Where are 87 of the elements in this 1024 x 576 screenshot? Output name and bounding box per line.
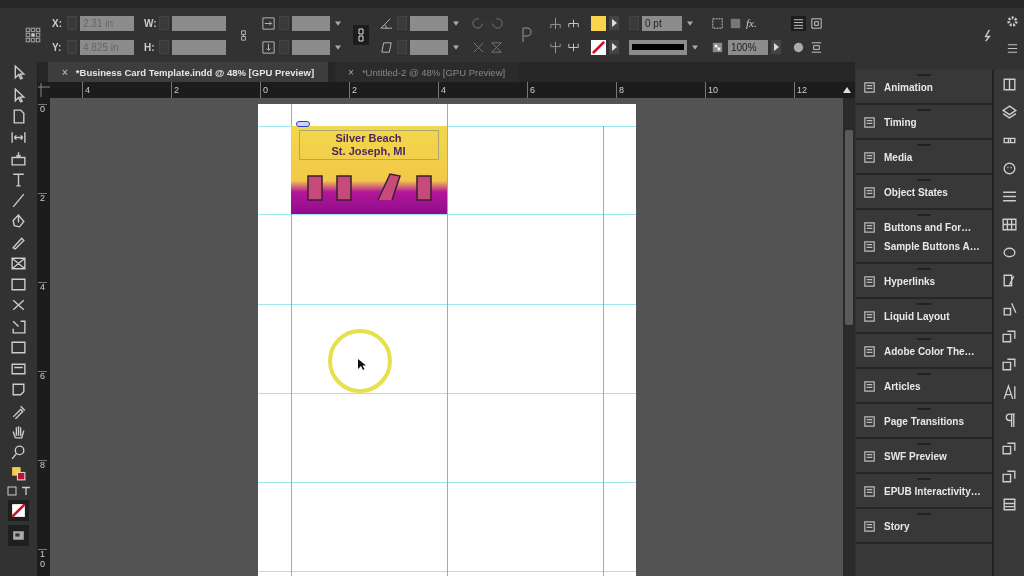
gap-icon[interactable] xyxy=(10,129,27,146)
panel-icon xyxy=(862,239,877,254)
wrap-jump-icon[interactable] xyxy=(809,39,824,55)
close-button[interactable]: × xyxy=(348,66,354,78)
text-wrap-icon[interactable] xyxy=(791,15,806,31)
panel-icon xyxy=(862,80,877,95)
panel-icon xyxy=(862,274,877,289)
business-card-image[interactable]: Silver Beach St. Joseph, MI xyxy=(290,126,447,214)
scrollbar-thumb[interactable] xyxy=(845,130,853,325)
panel-icon xyxy=(862,185,877,200)
panel-item[interactable]: Buttons and For… xyxy=(862,218,986,237)
fill-stroke-icon[interactable] xyxy=(10,465,27,482)
layout-icon[interactable] xyxy=(1000,496,1018,513)
scale-x-field[interactable] xyxy=(292,15,330,31)
fill-swatch[interactable] xyxy=(591,15,606,31)
panel-icon xyxy=(862,414,877,429)
cursor-highlight-drawing xyxy=(326,328,393,394)
frame-icon[interactable] xyxy=(10,255,27,272)
play-icon[interactable] xyxy=(609,40,619,54)
panel-icon xyxy=(862,484,877,499)
text-frame[interactable]: Silver Beach St. Joseph, MI xyxy=(298,130,439,160)
menu-icon[interactable] xyxy=(1005,41,1020,56)
note-icon[interactable] xyxy=(10,381,27,398)
stack-icon[interactable] xyxy=(1000,104,1018,121)
layers-icon[interactable] xyxy=(1000,76,1018,93)
ruler-number: 6 xyxy=(38,371,47,460)
container-icon[interactable] xyxy=(6,486,17,496)
tab-label: *Untitled-2 @ 48% [GPU Preview] xyxy=(361,66,506,78)
pencil-icon[interactable] xyxy=(10,234,27,251)
scale-y-field[interactable] xyxy=(292,39,330,55)
effects-button[interactable]: fx. xyxy=(746,17,757,29)
close-button[interactable]: × xyxy=(62,66,68,78)
scroll-up-icon[interactable] xyxy=(842,85,852,95)
grid-icon[interactable] xyxy=(1000,216,1018,233)
panel-icon xyxy=(862,344,877,359)
panel-icon xyxy=(862,309,877,324)
type-icon[interactable] xyxy=(10,171,27,188)
ruler-number: 8 xyxy=(38,460,47,549)
line-icon[interactable] xyxy=(10,192,27,209)
zoom-icon[interactable] xyxy=(10,444,27,461)
shear-field[interactable] xyxy=(410,39,448,55)
panel-item[interactable]: Sample Buttons A… xyxy=(862,237,986,256)
h-label: H: xyxy=(144,41,156,53)
pen-icon[interactable] xyxy=(10,213,27,230)
panel-icon xyxy=(862,379,877,394)
card-title: Silver Beach xyxy=(335,132,402,145)
frame-corner-icon[interactable] xyxy=(710,15,725,31)
panel-icon xyxy=(862,220,877,235)
scale-icon[interactable] xyxy=(261,39,276,55)
ruler-number: 2 xyxy=(38,193,47,282)
card-subtitle: St. Joseph, MI xyxy=(331,145,406,158)
flip-icon[interactable] xyxy=(489,39,504,55)
play-icon[interactable] xyxy=(609,16,619,30)
ruler-number: 4 xyxy=(38,282,47,371)
stroke-type-field[interactable] xyxy=(629,39,687,55)
width-field[interactable] xyxy=(172,15,226,31)
panel-icon xyxy=(862,519,877,534)
wrap-box-icon[interactable] xyxy=(809,15,824,31)
settings-icon[interactable] xyxy=(1005,14,1020,29)
shear-icon[interactable] xyxy=(379,39,394,55)
tab-label: *Business Card Template.indd @ 48% [GPU Preview] xyxy=(75,66,315,78)
panel-icon xyxy=(862,449,877,464)
ruler-number: 10 xyxy=(38,549,47,576)
scale-icon[interactable] xyxy=(261,15,276,31)
y-label: Y: xyxy=(52,41,63,53)
opacity-field[interactable]: 100% xyxy=(728,39,768,55)
play-icon[interactable] xyxy=(771,40,781,54)
link-badge-icon[interactable] xyxy=(295,121,310,127)
ruler-number: 0 xyxy=(38,104,47,193)
stroke-none-swatch[interactable] xyxy=(591,39,606,55)
rectangle-icon[interactable] xyxy=(10,276,27,293)
screen-mode-icon[interactable] xyxy=(8,525,29,546)
none-swatch-icon[interactable] xyxy=(8,500,29,521)
hand-icon[interactable] xyxy=(10,423,27,440)
content-collector-icon[interactable] xyxy=(10,150,27,167)
stroke-weight-field[interactable]: 0 pt xyxy=(642,15,682,31)
document-tab[interactable]: × *Business Card Template.indd @ 48% [GPU Preview] xyxy=(48,62,329,82)
panel-icon xyxy=(862,150,877,165)
x-label: X: xyxy=(52,17,63,29)
w-label: W: xyxy=(144,17,156,29)
rotation-field[interactable] xyxy=(410,15,448,31)
ruler-origin-icon[interactable] xyxy=(38,82,50,98)
height-field[interactable] xyxy=(172,39,226,55)
reference-point-icon[interactable] xyxy=(24,26,42,44)
text-format-icon[interactable] xyxy=(20,486,31,496)
document-tab[interactable]: × *Untitled-2 @ 48% [GPU Preview] xyxy=(334,62,520,82)
panel-icon xyxy=(862,115,877,130)
